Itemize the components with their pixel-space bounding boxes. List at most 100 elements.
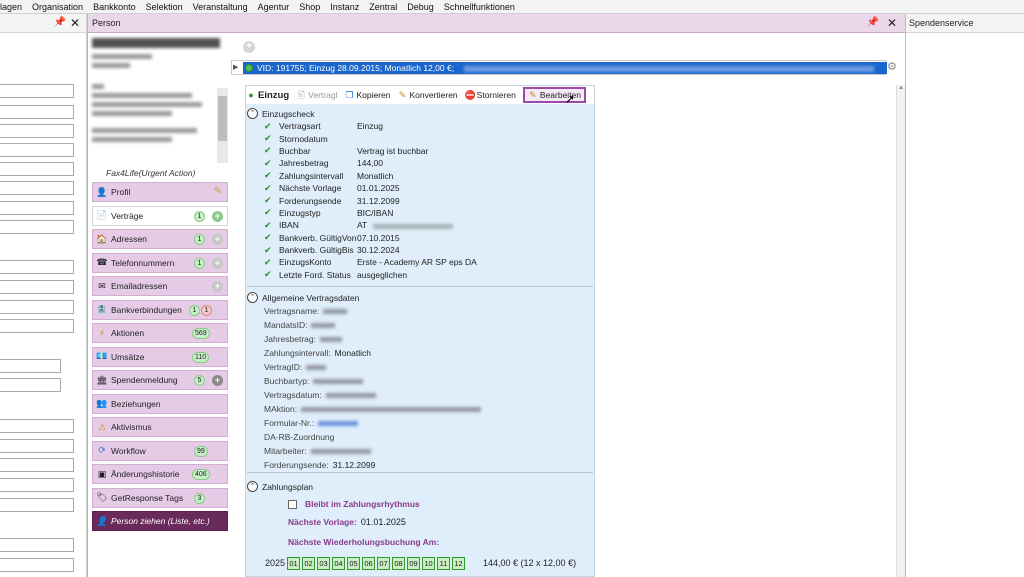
- add-icon[interactable]: +: [212, 257, 223, 269]
- search-field[interactable]: [0, 260, 74, 274]
- nav-item-workflow[interactable]: ⟳ Workflow 99: [92, 440, 228, 461]
- month-box[interactable]: 10: [422, 556, 435, 570]
- redacted-text: [92, 63, 130, 68]
- nav-item-profil[interactable]: 👤 Profil ✎: [92, 182, 228, 202]
- search-field[interactable]: [0, 458, 74, 472]
- stornieren-button[interactable]: ⛔ Stornieren: [465, 90, 516, 100]
- search-field[interactable]: [0, 439, 74, 453]
- scrollbar-thumb[interactable]: [218, 96, 227, 141]
- expand-arrow-icon[interactable]: ▶: [233, 63, 243, 73]
- nav-item-bankverbindungen[interactable]: 🏦 Bankverbindungen 1 1: [92, 299, 228, 320]
- convert-icon: ✎: [398, 90, 407, 100]
- month-box[interactable]: 05: [347, 556, 360, 570]
- nav-item-telefonnummern[interactable]: ☎ Telefonnummern 1 +: [92, 252, 228, 273]
- menu-item-bankkonto[interactable]: Bankkonto: [88, 0, 141, 14]
- search-field[interactable]: [0, 162, 74, 176]
- search-field[interactable]: [0, 84, 74, 98]
- month-box[interactable]: 01: [287, 556, 300, 570]
- add-contract-icon[interactable]: +: [243, 41, 255, 53]
- contract-selected-row[interactable]: VID: 191755; Einzug 28.09.2015; Monatlic…: [243, 62, 887, 74]
- search-field[interactable]: [0, 124, 74, 138]
- divider: [247, 472, 593, 473]
- month-box[interactable]: 03: [317, 556, 330, 570]
- gear-icon[interactable]: ⚙: [887, 62, 898, 73]
- menu-item-shop[interactable]: Shop: [294, 0, 325, 14]
- nav-item-beziehungen[interactable]: 👥 Beziehungen: [92, 393, 228, 414]
- search-field[interactable]: [0, 319, 74, 333]
- person-info-scrollbar[interactable]: [217, 88, 228, 163]
- pin-icon[interactable]: 📌: [867, 17, 879, 28]
- search-field[interactable]: [0, 220, 74, 234]
- search-field[interactable]: [0, 419, 74, 433]
- month-box[interactable]: 08: [392, 556, 405, 570]
- section-header[interactable]: ⌃ Allgemeine Vertragsdaten: [247, 291, 593, 304]
- search-field[interactable]: [0, 359, 61, 373]
- menu-item-selektion[interactable]: Selektion: [141, 0, 188, 14]
- month-box[interactable]: 07: [377, 556, 390, 570]
- search-field[interactable]: [0, 143, 74, 157]
- pin-icon[interactable]: 📌: [54, 17, 66, 28]
- collapse-icon[interactable]: ⌃: [247, 108, 258, 119]
- close-icon[interactable]: ✕: [70, 16, 80, 30]
- search-field[interactable]: [0, 478, 74, 492]
- collapse-icon[interactable]: ⌃: [247, 481, 258, 492]
- collapse-icon[interactable]: ⌃: [247, 292, 258, 303]
- search-field[interactable]: [0, 378, 61, 392]
- konvertieren-button[interactable]: ✎ Konvertieren: [397, 90, 458, 100]
- scroll-up-icon[interactable]: ▲: [897, 85, 905, 91]
- menu-item-schnellfunktionen[interactable]: Schnellfunktionen: [439, 0, 520, 14]
- nav-item-vertraege[interactable]: 📄 Verträge 1 +: [92, 205, 228, 226]
- menu-bar: lagen Organisation Bankkonto Selektion V…: [0, 0, 1024, 14]
- nav-item-aenderungshistorie[interactable]: ▣ Änderungshistorie 406: [92, 464, 228, 484]
- add-icon[interactable]: +: [212, 234, 223, 245]
- nav-item-emailadressen[interactable]: ✉ Emailadressen +: [92, 276, 228, 296]
- nav-item-getresponse-tags[interactable]: 🏷 GetResponse Tags 3: [92, 487, 228, 508]
- add-icon[interactable]: +: [212, 281, 223, 292]
- section-header[interactable]: ⌃ Zahlungsplan: [247, 480, 593, 493]
- menu-item-organisation[interactable]: Organisation: [27, 0, 88, 14]
- search-field[interactable]: [0, 181, 74, 195]
- kopieren-button[interactable]: ❐ Kopieren: [344, 90, 390, 100]
- nav-item-umsaetze[interactable]: 💶 Umsätze 110: [92, 346, 228, 367]
- edit-pencil-icon[interactable]: ✎: [214, 186, 222, 197]
- contract-selector[interactable]: ▶ VID: 191755; Einzug 28.09.2015; Monatl…: [231, 60, 887, 75]
- month-box[interactable]: 04: [332, 556, 345, 570]
- spendenservice-panel: Spendenservice: [905, 14, 1024, 577]
- menu-item-lagen[interactable]: lagen: [0, 0, 27, 14]
- payment-year-row: 2025 01 02 03 04 05 06 07 08 09 10 11 12…: [247, 555, 593, 571]
- search-field[interactable]: [0, 105, 74, 119]
- month-box[interactable]: 06: [362, 556, 375, 570]
- bearbeiten-button[interactable]: ✎ Bearbeiten: [522, 87, 587, 103]
- nav-item-aktionen[interactable]: ⚡ Aktionen 569: [92, 323, 228, 343]
- menu-item-instanz[interactable]: Instanz: [325, 0, 364, 14]
- menu-item-debug[interactable]: Debug: [402, 0, 439, 14]
- nav-item-spendenmeldung[interactable]: 🏛 Spendenmeldung 5 +: [92, 370, 228, 390]
- detail-scrollbar[interactable]: ▲: [896, 85, 905, 577]
- nav-item-person-ziehen[interactable]: 👤 Person ziehen (Liste, etc.): [92, 511, 228, 531]
- month-box[interactable]: 12: [452, 556, 465, 570]
- add-icon[interactable]: +: [212, 210, 223, 222]
- search-field[interactable]: [0, 201, 74, 215]
- money-icon: 💶: [96, 351, 108, 361]
- month-box[interactable]: 09: [407, 556, 420, 570]
- month-box[interactable]: 02: [302, 556, 315, 570]
- section-header[interactable]: ⌃ Einzugscheck: [247, 107, 593, 120]
- search-field[interactable]: [0, 280, 74, 294]
- menu-item-zentral[interactable]: Zentral: [364, 0, 402, 14]
- check-label: Nächste Vorlage: [279, 183, 342, 194]
- menu-item-veranstaltung[interactable]: Veranstaltung: [188, 0, 253, 14]
- search-field[interactable]: [0, 538, 74, 552]
- vertragl-button[interactable]: 🖹 Vertragl: [296, 90, 338, 100]
- close-icon[interactable]: ✕: [887, 16, 897, 30]
- add-icon[interactable]: +: [212, 375, 223, 386]
- warning-icon: ⚠: [97, 421, 107, 432]
- search-field[interactable]: [0, 558, 74, 572]
- nav-item-adressen[interactable]: 🏠 Adressen 1 +: [92, 229, 228, 249]
- nav-item-aktivismus[interactable]: ⚠ Aktivismus: [92, 417, 228, 437]
- search-field[interactable]: [0, 498, 74, 512]
- month-box[interactable]: 11: [437, 556, 450, 570]
- bleibt-checkbox[interactable]: [288, 499, 297, 509]
- info-label: Formular-Nr.:: [264, 418, 315, 428]
- menu-item-agentur[interactable]: Agentur: [253, 0, 295, 14]
- search-field[interactable]: [0, 300, 74, 314]
